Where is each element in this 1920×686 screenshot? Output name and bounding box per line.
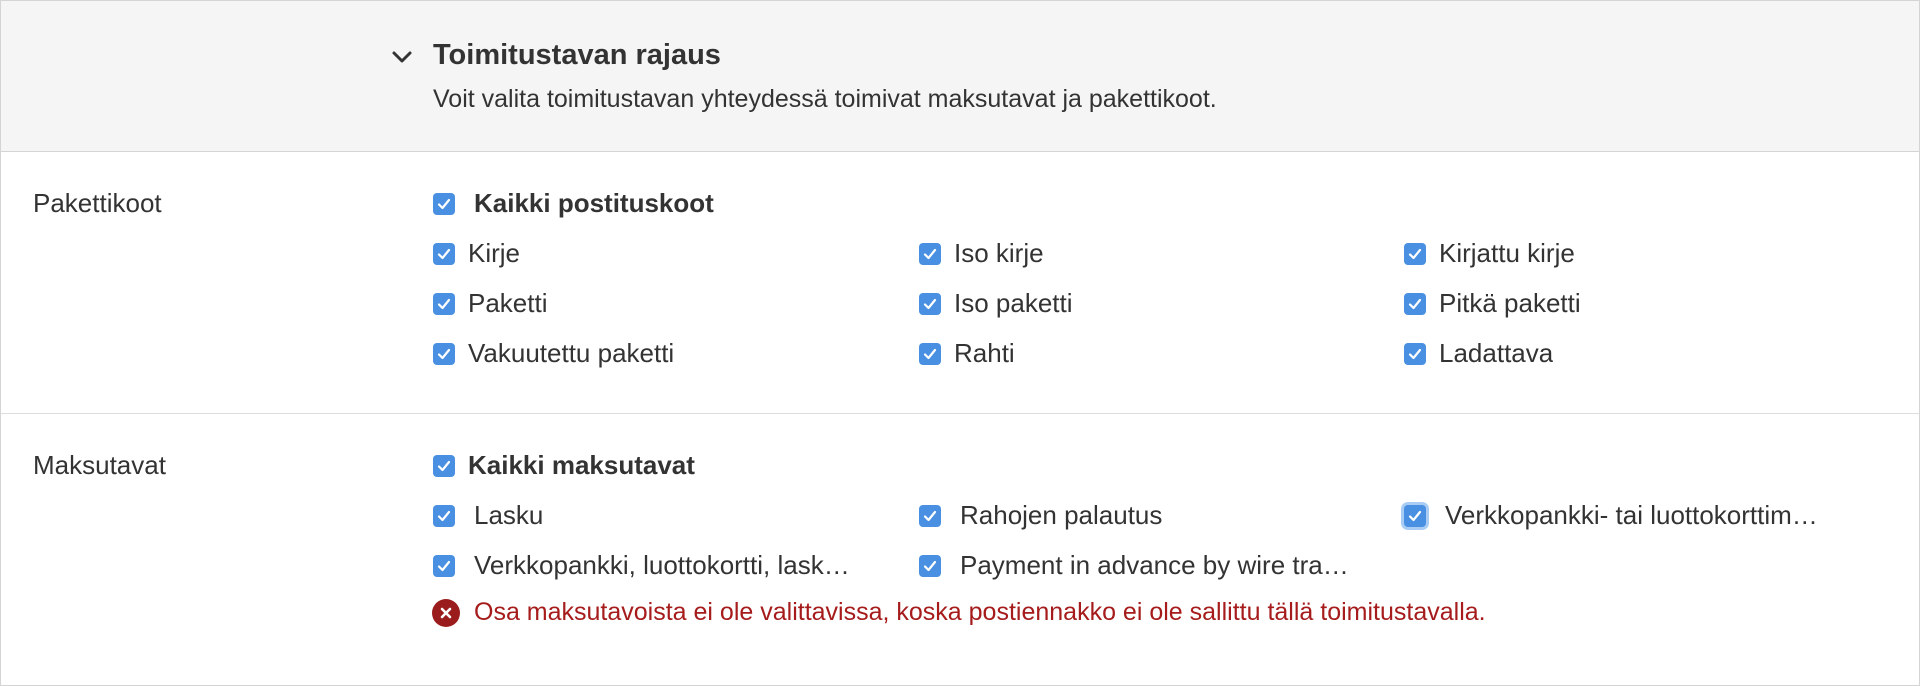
payment-error-message: Osa maksutavoista ei ole valittavissa, k… (432, 598, 1486, 627)
checkbox-checked-icon[interactable] (433, 454, 455, 477)
checkbox-paketti[interactable]: Paketti (433, 288, 548, 319)
section-header: Toimitustavan rajaus Voit valita toimitu… (1, 1, 1919, 152)
checkbox-label: Rahojen palautus (960, 500, 1163, 530)
checkbox-label: Verkkopankki, luottokortti, lask… (474, 550, 850, 580)
checkbox-label: Iso kirje (954, 238, 1044, 268)
checkbox-verkkopankki-luottokortti-lasku[interactable]: Verkkopankki, luottokortti, lask… (433, 550, 850, 581)
checkbox-label: Rahti (954, 338, 1015, 368)
checkbox-label: Kaikki postituskoot (474, 188, 714, 218)
checkbox-all-payment-methods[interactable]: Kaikki maksutavat (433, 450, 695, 481)
checkbox-iso-paketti[interactable]: Iso paketti (919, 288, 1073, 319)
checkbox-label: Kaikki maksutavat (468, 450, 695, 480)
checkbox-checked-icon[interactable] (433, 342, 455, 365)
checkbox-kirje[interactable]: Kirje (433, 238, 520, 269)
checkbox-label: Iso paketti (954, 288, 1073, 318)
checkbox-checked-icon[interactable] (1404, 242, 1426, 265)
checkbox-checked-icon[interactable] (433, 242, 455, 265)
checkbox-ladattava[interactable]: Ladattava (1404, 338, 1553, 369)
checkbox-checked-icon[interactable] (919, 554, 941, 577)
checkbox-rahti[interactable]: Rahti (919, 338, 1015, 369)
checkbox-payment-in-advance[interactable]: Payment in advance by wire tra… (919, 550, 1349, 581)
payment-methods-label: Maksutavat (33, 450, 166, 480)
checkbox-checked-icon[interactable] (919, 342, 941, 365)
section-title: Toimitustavan rajaus (433, 39, 721, 71)
checkbox-pitka-paketti[interactable]: Pitkä paketti (1404, 288, 1581, 319)
package-sizes-label: Pakettikoot (33, 188, 162, 218)
chevron-down-icon[interactable] (391, 49, 413, 67)
checkbox-label: Verkkopankki- tai luottokorttim… (1445, 500, 1818, 530)
delivery-restriction-panel: Toimitustavan rajaus Voit valita toimitu… (0, 0, 1920, 686)
checkbox-checked-icon[interactable] (919, 504, 941, 527)
checkbox-checked-icon[interactable] (433, 192, 455, 215)
checkbox-checked-icon[interactable] (433, 504, 455, 527)
row-divider (1, 413, 1919, 414)
checkbox-label: Kirjattu kirje (1439, 238, 1575, 268)
checkbox-kirjattu-kirje[interactable]: Kirjattu kirje (1404, 238, 1575, 269)
error-circle-icon (432, 598, 460, 627)
checkbox-all-package-sizes[interactable]: Kaikki postituskoot (433, 188, 714, 219)
checkbox-lasku[interactable]: Lasku (433, 500, 543, 531)
checkbox-checked-icon[interactable] (919, 242, 941, 265)
checkbox-rahojen-palautus[interactable]: Rahojen palautus (919, 500, 1162, 531)
checkbox-checked-icon[interactable] (1404, 292, 1426, 315)
checkbox-checked-icon[interactable] (919, 292, 941, 315)
checkbox-checked-icon[interactable] (433, 292, 455, 315)
checkbox-vakuutettu-paketti[interactable]: Vakuutettu paketti (433, 338, 674, 369)
checkbox-iso-kirje[interactable]: Iso kirje (919, 238, 1044, 269)
error-text: Osa maksutavoista ei ole valittavissa, k… (474, 598, 1486, 626)
checkbox-checked-icon[interactable] (1404, 504, 1426, 527)
section-description: Voit valita toimitustavan yhteydessä toi… (433, 85, 1217, 113)
checkbox-label: Lasku (474, 500, 544, 530)
checkbox-label: Ladattava (1439, 338, 1554, 368)
checkbox-label: Vakuutettu paketti (468, 338, 675, 368)
checkbox-verkkopankki-luottokorttimaksu[interactable]: Verkkopankki- tai luottokorttim… (1404, 500, 1818, 531)
checkbox-label: Pitkä paketti (1439, 288, 1581, 318)
checkbox-checked-icon[interactable] (433, 554, 455, 577)
checkbox-label: Payment in advance by wire tra… (960, 550, 1349, 580)
checkbox-label: Kirje (468, 238, 521, 268)
checkbox-checked-icon[interactable] (1404, 342, 1426, 365)
checkbox-label: Paketti (468, 288, 548, 318)
